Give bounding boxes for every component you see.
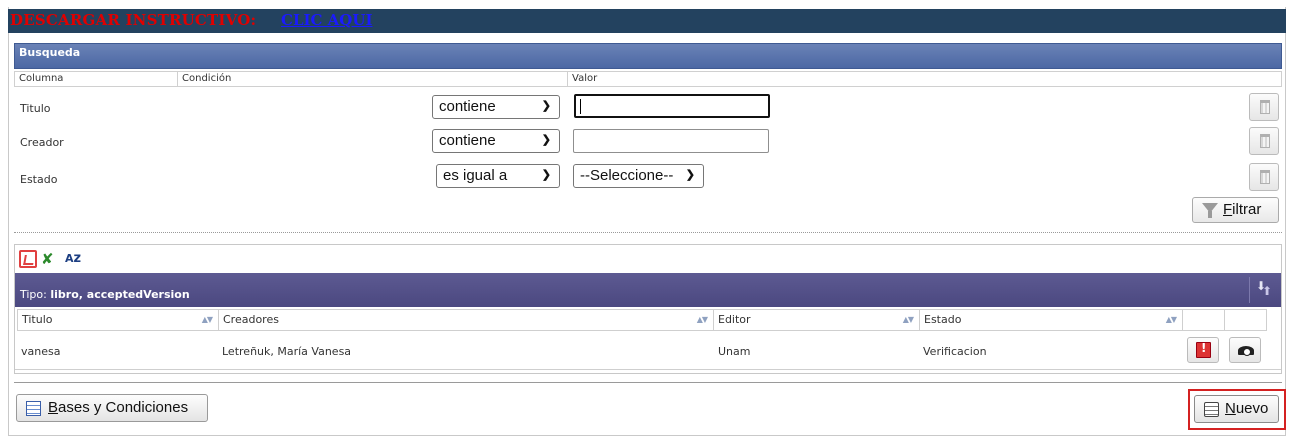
- instructions-banner: DESCARGAR INSTRUCTIVO: CLIC AQUI: [8, 9, 1286, 33]
- nuevo-label: Nuevo: [1225, 400, 1269, 417]
- column-header-titulo-label: Titulo: [22, 313, 53, 326]
- trash-icon: [1260, 170, 1270, 184]
- chevron-down-icon: ❯: [541, 134, 551, 146]
- column-header-editor-label: Editor: [718, 313, 751, 326]
- column-header-creadores-label: Creadores: [223, 313, 279, 326]
- trash-icon: [1260, 100, 1270, 114]
- filter-button[interactable]: Filtrar: [1192, 197, 1279, 223]
- estado-condition-value: es igual a: [443, 167, 508, 184]
- pdf-icon[interactable]: [19, 250, 37, 268]
- estado-value-select[interactable]: --Seleccione-- ❯: [573, 164, 704, 188]
- banner-prefix: DESCARGAR INSTRUCTIVO:: [10, 11, 257, 29]
- book-alert-icon: [1196, 341, 1211, 358]
- row-label-creador: Creador: [20, 136, 64, 149]
- cell-titulo: vanesa: [21, 345, 61, 358]
- column-header-action-2: [1225, 309, 1267, 331]
- nuevo-button[interactable]: Nuevo: [1194, 395, 1279, 423]
- trash-icon: [1260, 134, 1270, 148]
- estado-clear-button[interactable]: [1249, 163, 1279, 191]
- tipo-label: Tipo: libro, acceptedVersion: [20, 288, 190, 301]
- sort-az-icon[interactable]: Az: [65, 250, 83, 268]
- column-header-titulo[interactable]: Titulo ▲▼: [17, 309, 219, 331]
- collapse-sort-icon[interactable]: [1249, 277, 1275, 303]
- estado-value: --Seleccione--: [580, 167, 674, 184]
- filter-button-label: Filtrar: [1223, 201, 1262, 218]
- titulo-condition-value: contiene: [439, 98, 496, 115]
- report-book-button[interactable]: [1187, 337, 1219, 363]
- cell-creadores: Letreñuk, María Vanesa: [222, 345, 352, 358]
- row-label-estado: Estado: [20, 173, 58, 186]
- titulo-value-input[interactable]: [574, 94, 770, 118]
- bases-condiciones-label: Bases y Condiciones: [48, 399, 189, 416]
- creador-condition-select[interactable]: contiene ❯: [432, 129, 560, 153]
- titulo-condition-select[interactable]: contiene ❯: [432, 95, 560, 119]
- column-header-columna: Columna: [14, 71, 178, 87]
- footer-divider: [14, 382, 1282, 383]
- search-title: Busqueda: [19, 46, 81, 59]
- column-header-action-1: [1183, 309, 1225, 331]
- view-button[interactable]: [1229, 337, 1261, 363]
- column-header-valor: Valor: [568, 71, 1282, 87]
- eye-icon: [1238, 346, 1254, 356]
- chevron-down-icon: ❯: [541, 169, 551, 181]
- cell-editor: Unam: [718, 345, 751, 358]
- column-header-creadores[interactable]: Creadores ▲▼: [219, 309, 714, 331]
- column-header-editor[interactable]: Editor ▲▼: [714, 309, 920, 331]
- cell-estado: Verificacion: [923, 345, 987, 358]
- column-header-estado-label: Estado: [924, 313, 962, 326]
- document-icon: [26, 401, 41, 416]
- titulo-clear-button[interactable]: [1249, 93, 1279, 121]
- tipo-value: libro, acceptedVersion: [50, 288, 190, 301]
- column-header-condicion: Condición: [178, 71, 568, 87]
- results-panel: ✘ Az Tipo: libro, acceptedVersion Titulo…: [14, 244, 1282, 374]
- filter-icon-stem: [1208, 211, 1212, 218]
- sort-arrows-icon[interactable]: ▲▼: [903, 315, 914, 324]
- tipo-label-text: Tipo:: [20, 288, 47, 301]
- excel-icon[interactable]: ✘: [41, 250, 59, 268]
- column-header-estado[interactable]: Estado ▲▼: [920, 309, 1183, 331]
- result-group-header: Tipo: libro, acceptedVersion: [15, 273, 1281, 307]
- sort-arrows-icon[interactable]: ▲▼: [697, 315, 708, 324]
- estado-condition-select[interactable]: es igual a ❯: [436, 164, 560, 188]
- bases-condiciones-button[interactable]: Bases y Condiciones: [16, 394, 208, 422]
- creador-clear-button[interactable]: [1249, 127, 1279, 155]
- banner-link[interactable]: CLIC AQUI: [281, 11, 372, 29]
- creador-condition-value: contiene: [439, 132, 496, 149]
- row-label-titulo: Titulo: [20, 102, 51, 115]
- sort-arrows-icon[interactable]: ▲▼: [202, 315, 213, 324]
- sort-arrows-icon[interactable]: ▲▼: [1166, 315, 1177, 324]
- chevron-down-icon: ❯: [685, 169, 695, 181]
- creador-value-input[interactable]: [573, 129, 769, 153]
- search-panel: Busqueda Columna Condición Valor Titulo …: [14, 43, 1282, 232]
- search-header: Busqueda: [14, 43, 1282, 69]
- new-document-icon: [1204, 402, 1219, 417]
- chevron-down-icon: ❯: [541, 100, 551, 112]
- divider: [14, 232, 1282, 233]
- text-caret: [580, 99, 581, 114]
- row-divider: [15, 369, 1281, 370]
